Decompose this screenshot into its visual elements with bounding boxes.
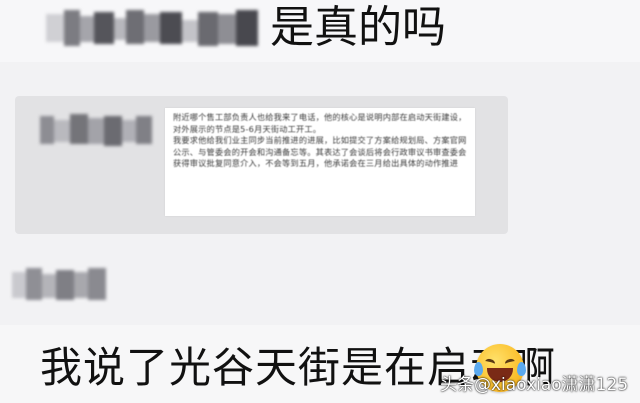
- top-message-row: 是真的吗: [0, 0, 640, 62]
- watermark-text: 头条@xiaoxiao潇潇125: [440, 375, 629, 395]
- chat-screenshot: 是真的吗 附近哪个售工部负责人也给我来了电话，他的核心是说明内部在启动天街建设，…: [0, 0, 640, 403]
- redacted-sender-name: [46, 8, 266, 48]
- top-message-text: 是真的吗: [270, 2, 446, 53]
- document-text: 附近哪个售工部负责人也给我来了电话，他的核心是说明内部在启动天街建设，对外展示的…: [173, 112, 467, 169]
- redacted-card-sender: [40, 112, 152, 148]
- redacted-third-sender: [12, 266, 108, 302]
- document-image[interactable]: 附近哪个售工部负责人也给我来了电话，他的核心是说明内部在启动天街建设，对外展示的…: [165, 108, 475, 216]
